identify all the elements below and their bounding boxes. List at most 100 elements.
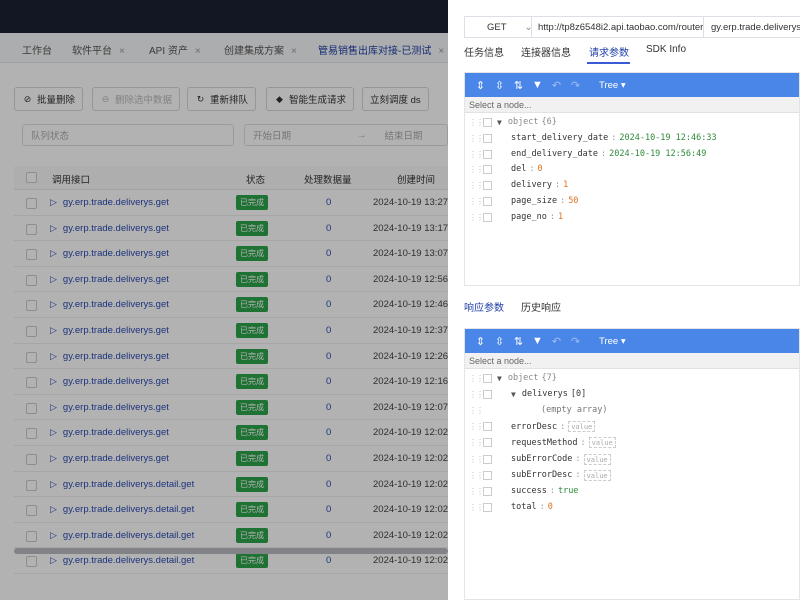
tab-response-history[interactable]: 历史响应 bbox=[521, 299, 561, 314]
node-checkbox[interactable] bbox=[483, 118, 492, 127]
editor-mode-select[interactable]: Tree ▾ bbox=[599, 80, 626, 91]
node-value[interactable]: 1 bbox=[558, 212, 563, 222]
node-value[interactable]: 0 bbox=[537, 164, 542, 174]
node-key[interactable]: subErrorCode bbox=[511, 454, 572, 464]
drag-handle-icon[interactable]: ⋮⋮ bbox=[469, 374, 484, 383]
tab-response-params[interactable]: 响应参数 bbox=[464, 299, 504, 314]
node-checkbox[interactable] bbox=[483, 212, 492, 222]
tree-node[interactable]: ⋮⋮ (empty array) bbox=[465, 403, 800, 419]
undo-icon[interactable]: ↶ bbox=[547, 79, 566, 92]
tree-node[interactable]: ⋮⋮ total:0 bbox=[465, 500, 800, 516]
node-checkbox[interactable] bbox=[483, 390, 492, 400]
tree-node[interactable]: ⋮⋮ subErrorCode: value bbox=[465, 452, 800, 468]
node-checkbox[interactable] bbox=[483, 438, 492, 448]
node-key[interactable]: del bbox=[511, 164, 526, 174]
drag-handle-icon[interactable]: ⋮⋮ bbox=[469, 165, 484, 174]
node-checkbox[interactable] bbox=[483, 470, 492, 480]
tree-node[interactable]: ⋮⋮ start_delivery_date:2024-10-19 12:46:3… bbox=[465, 131, 800, 147]
redo-icon[interactable]: ↷ bbox=[566, 79, 585, 92]
undo-icon[interactable]: ↶ bbox=[547, 335, 566, 348]
tree-node[interactable]: ⋮⋮ page_size:50 bbox=[465, 194, 800, 210]
api-name-input[interactable]: gy.erp.trade.deliverys.get bbox=[704, 16, 800, 38]
drag-handle-icon[interactable]: ⋮⋮ bbox=[469, 406, 484, 415]
sort-icon[interactable]: ⇅ bbox=[509, 335, 528, 348]
node-search[interactable]: Select a node... bbox=[465, 97, 799, 113]
node-key[interactable]: start_delivery_date bbox=[511, 133, 608, 143]
node-key[interactable]: success bbox=[511, 486, 547, 496]
tree-node[interactable]: ⋮⋮ errorDesc: value bbox=[465, 419, 800, 435]
node-search[interactable]: Select a node... bbox=[465, 353, 799, 369]
drag-handle-icon[interactable]: ⋮⋮ bbox=[469, 390, 484, 399]
drag-handle-icon[interactable]: ⋮⋮ bbox=[469, 213, 484, 222]
tree-node[interactable]: ⋮⋮ del:0 bbox=[465, 162, 800, 178]
sort-icon[interactable]: ⇅ bbox=[509, 79, 528, 92]
node-value[interactable]: value bbox=[568, 421, 596, 433]
node-checkbox[interactable] bbox=[483, 133, 492, 143]
node-value[interactable]: 2024-10-19 12:56:49 bbox=[609, 149, 706, 159]
node-key[interactable]: subErrorDesc bbox=[511, 470, 572, 480]
drag-handle-icon[interactable]: ⋮⋮ bbox=[469, 422, 484, 431]
tab-task-info[interactable]: 任务信息 bbox=[464, 44, 504, 59]
drag-handle-icon[interactable]: ⋮⋮ bbox=[469, 438, 484, 447]
node-checkbox[interactable] bbox=[483, 454, 492, 464]
node-value[interactable]: value bbox=[583, 453, 611, 465]
node-checkbox[interactable] bbox=[483, 486, 492, 496]
drag-handle-icon[interactable]: ⋮⋮ bbox=[469, 118, 484, 127]
node-value[interactable]: value bbox=[583, 469, 611, 481]
node-value[interactable]: 2024-10-19 12:46:33 bbox=[619, 133, 716, 143]
tree-node[interactable]: ⋮⋮ subErrorDesc: value bbox=[465, 468, 800, 484]
tab-sdk-info[interactable]: SDK Info bbox=[646, 44, 686, 55]
tree-node[interactable]: ⋮⋮ ▼ object {6} bbox=[465, 115, 800, 131]
http-method-select[interactable]: GET ⌄ bbox=[464, 16, 533, 38]
tree-node[interactable]: ⋮⋮ end_delivery_date:2024-10-19 12:56:49 bbox=[465, 147, 800, 163]
node-key[interactable]: requestMethod bbox=[511, 438, 578, 448]
drag-handle-icon[interactable]: ⋮⋮ bbox=[469, 150, 484, 159]
node-value[interactable]: 0 bbox=[548, 502, 553, 512]
tab-request-params[interactable]: 请求参数 bbox=[589, 44, 629, 59]
node-value[interactable]: true bbox=[558, 486, 578, 496]
node-value[interactable]: 50 bbox=[568, 196, 578, 206]
drag-handle-icon[interactable]: ⋮⋮ bbox=[469, 181, 484, 190]
node-key[interactable]: end_delivery_date bbox=[511, 149, 598, 159]
tree-node[interactable]: ⋮⋮ ▼ deliverys [0] bbox=[465, 387, 800, 403]
expand-all-icon[interactable]: ⇕ bbox=[471, 79, 490, 92]
expand-toggle-icon[interactable]: ▼ bbox=[511, 390, 516, 399]
node-key[interactable]: page_no bbox=[511, 212, 547, 222]
node-key[interactable]: page_size bbox=[511, 196, 557, 206]
node-checkbox[interactable] bbox=[483, 149, 492, 159]
node-checkbox[interactable] bbox=[483, 374, 492, 383]
editor-mode-select[interactable]: Tree ▾ bbox=[599, 336, 626, 347]
tree-node[interactable]: ⋮⋮ requestMethod: value bbox=[465, 435, 800, 451]
filter-icon[interactable]: ▼ bbox=[528, 335, 547, 347]
tab-connector-info[interactable]: 连接器信息 bbox=[521, 44, 571, 59]
node-value[interactable]: value bbox=[588, 437, 616, 449]
node-value[interactable]: 1 bbox=[563, 180, 568, 190]
tree-node[interactable]: ⋮⋮ success: true bbox=[465, 484, 800, 500]
node-key[interactable]: total bbox=[511, 502, 537, 512]
url-input[interactable]: http://tp8z6548i2.api.taobao.com/router bbox=[532, 16, 704, 38]
node-key[interactable]: errorDesc bbox=[511, 422, 557, 432]
node-checkbox[interactable] bbox=[483, 422, 492, 432]
drag-handle-icon[interactable]: ⋮⋮ bbox=[469, 197, 484, 206]
expand-toggle-icon[interactable]: ▼ bbox=[497, 374, 502, 383]
node-key[interactable]: delivery bbox=[511, 180, 552, 190]
node-checkbox[interactable] bbox=[483, 181, 492, 191]
node-checkbox[interactable] bbox=[483, 165, 492, 175]
modal-overlay[interactable] bbox=[0, 0, 448, 600]
drag-handle-icon[interactable]: ⋮⋮ bbox=[469, 134, 484, 143]
collapse-all-icon[interactable]: ⇳ bbox=[490, 335, 509, 348]
drag-handle-icon[interactable]: ⋮⋮ bbox=[469, 471, 484, 480]
tree-node[interactable]: ⋮⋮ page_no:1 bbox=[465, 210, 800, 226]
drag-handle-icon[interactable]: ⋮⋮ bbox=[469, 455, 484, 464]
collapse-all-icon[interactable]: ⇳ bbox=[490, 79, 509, 92]
expand-toggle-icon[interactable]: ▼ bbox=[497, 118, 502, 127]
drag-handle-icon[interactable]: ⋮⋮ bbox=[469, 487, 484, 496]
tree-node[interactable]: ⋮⋮ delivery:1 bbox=[465, 178, 800, 194]
filter-icon[interactable]: ▼ bbox=[528, 79, 547, 91]
redo-icon[interactable]: ↷ bbox=[566, 335, 585, 348]
node-checkbox[interactable] bbox=[483, 197, 492, 206]
node-checkbox[interactable] bbox=[483, 502, 492, 512]
expand-all-icon[interactable]: ⇕ bbox=[471, 335, 490, 348]
drag-handle-icon[interactable]: ⋮⋮ bbox=[469, 503, 484, 512]
tree-node[interactable]: ⋮⋮ ▼ object {7} bbox=[465, 371, 800, 387]
